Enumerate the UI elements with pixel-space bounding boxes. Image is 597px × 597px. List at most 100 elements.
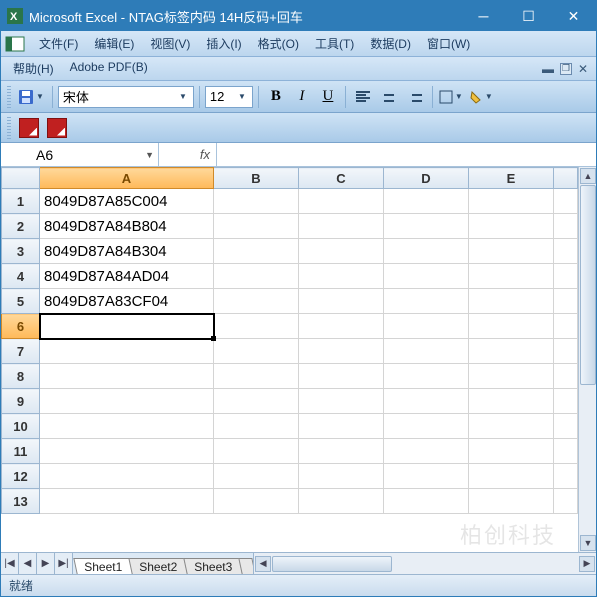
row-header-6[interactable]: 6 bbox=[2, 314, 40, 339]
cell-overflow[interactable] bbox=[554, 464, 578, 489]
cell-A11[interactable] bbox=[40, 439, 214, 464]
select-all-corner[interactable] bbox=[2, 168, 40, 189]
minimize-button[interactable]: ─ bbox=[461, 1, 506, 31]
row-header-3[interactable]: 3 bbox=[2, 239, 40, 264]
column-header-D[interactable]: D bbox=[384, 168, 469, 189]
pdf-email-button[interactable] bbox=[43, 116, 71, 140]
cell-C9[interactable] bbox=[299, 389, 384, 414]
cell-D1[interactable] bbox=[384, 189, 469, 214]
sheet-tab-Sheet1[interactable]: Sheet1 bbox=[73, 558, 132, 574]
cell-A3[interactable]: 8049D87A84B304 bbox=[40, 239, 214, 264]
cell-D6[interactable] bbox=[384, 314, 469, 339]
cell-E7[interactable] bbox=[469, 339, 554, 364]
cell-B5[interactable] bbox=[214, 289, 299, 314]
column-header-C[interactable]: C bbox=[299, 168, 384, 189]
cell-A8[interactable] bbox=[40, 364, 214, 389]
cell-A5[interactable]: 8049D87A83CF04 bbox=[40, 289, 214, 314]
cell-C11[interactable] bbox=[299, 439, 384, 464]
cell-C4[interactable] bbox=[299, 264, 384, 289]
cell-C8[interactable] bbox=[299, 364, 384, 389]
formula-input[interactable] bbox=[217, 143, 596, 166]
underline-button[interactable]: U bbox=[316, 85, 340, 109]
sheet-tab-Sheet2[interactable]: Sheet2 bbox=[128, 558, 187, 574]
cell-overflow[interactable] bbox=[554, 264, 578, 289]
menu-file[interactable]: 文件(F) bbox=[31, 32, 86, 55]
cell-E11[interactable] bbox=[469, 439, 554, 464]
italic-button[interactable]: I bbox=[290, 85, 314, 109]
cell-A2[interactable]: 8049D87A84B804 bbox=[40, 214, 214, 239]
horizontal-scrollbar[interactable]: ◀ ▶ bbox=[253, 553, 596, 574]
cell-A9[interactable] bbox=[40, 389, 214, 414]
cell-overflow[interactable] bbox=[554, 439, 578, 464]
cell-E9[interactable] bbox=[469, 389, 554, 414]
row-header-11[interactable]: 11 bbox=[2, 439, 40, 464]
scroll-right-button[interactable]: ▶ bbox=[579, 556, 595, 572]
toolbar-grip-2[interactable] bbox=[7, 117, 11, 139]
doc-minimize-icon[interactable]: ▬ bbox=[542, 62, 554, 76]
fx-label[interactable]: fx bbox=[159, 143, 217, 166]
save-button[interactable]: ▼ bbox=[17, 85, 47, 109]
cell-D7[interactable] bbox=[384, 339, 469, 364]
cell-C1[interactable] bbox=[299, 189, 384, 214]
cell-D9[interactable] bbox=[384, 389, 469, 414]
vertical-scrollbar[interactable]: ▲ ▼ bbox=[578, 167, 596, 552]
menu-help[interactable]: 帮助(H) bbox=[5, 57, 62, 80]
font-size-select[interactable]: 12▼ bbox=[205, 86, 253, 108]
cell-E2[interactable] bbox=[469, 214, 554, 239]
cell-overflow[interactable] bbox=[554, 414, 578, 439]
cell-B11[interactable] bbox=[214, 439, 299, 464]
cell-A1[interactable]: 8049D87A85C004 bbox=[40, 189, 214, 214]
doc-restore-button[interactable]: ❐ bbox=[560, 63, 572, 75]
menu-adobe-pdf[interactable]: Adobe PDF(B) bbox=[62, 57, 156, 80]
cell-B4[interactable] bbox=[214, 264, 299, 289]
cell-C3[interactable] bbox=[299, 239, 384, 264]
cell-D5[interactable] bbox=[384, 289, 469, 314]
cell-D2[interactable] bbox=[384, 214, 469, 239]
column-header-A[interactable]: A bbox=[40, 168, 214, 189]
maximize-button[interactable]: ☐ bbox=[506, 1, 551, 31]
row-header-1[interactable]: 1 bbox=[2, 189, 40, 214]
row-header-2[interactable]: 2 bbox=[2, 214, 40, 239]
sheet-nav-prev[interactable]: ◀ bbox=[19, 553, 37, 574]
column-header-E[interactable]: E bbox=[469, 168, 554, 189]
cell-E12[interactable] bbox=[469, 464, 554, 489]
row-header-8[interactable]: 8 bbox=[2, 364, 40, 389]
fill-color-button[interactable]: ▼ bbox=[468, 85, 496, 109]
hscroll-thumb[interactable] bbox=[272, 556, 392, 572]
menu-insert[interactable]: 插入(I) bbox=[198, 32, 249, 55]
cell-overflow[interactable] bbox=[554, 314, 578, 339]
align-right-button[interactable] bbox=[403, 85, 427, 109]
sheet-nav-next[interactable]: ▶ bbox=[37, 553, 55, 574]
cell-D13[interactable] bbox=[384, 489, 469, 514]
cell-C12[interactable] bbox=[299, 464, 384, 489]
cell-D3[interactable] bbox=[384, 239, 469, 264]
cell-overflow[interactable] bbox=[554, 189, 578, 214]
scroll-down-button[interactable]: ▼ bbox=[580, 535, 596, 551]
cell-D11[interactable] bbox=[384, 439, 469, 464]
menu-edit[interactable]: 编辑(E) bbox=[86, 32, 142, 55]
cell-D12[interactable] bbox=[384, 464, 469, 489]
cell-overflow[interactable] bbox=[554, 239, 578, 264]
row-header-12[interactable]: 12 bbox=[2, 464, 40, 489]
cell-E10[interactable] bbox=[469, 414, 554, 439]
pdf-create-button[interactable] bbox=[15, 116, 43, 140]
cell-overflow[interactable] bbox=[554, 339, 578, 364]
cell-B9[interactable] bbox=[214, 389, 299, 414]
row-header-10[interactable]: 10 bbox=[2, 414, 40, 439]
sheet-nav-first[interactable]: |◀ bbox=[1, 553, 19, 574]
cell-A6[interactable] bbox=[40, 314, 214, 339]
menu-view[interactable]: 视图(V) bbox=[142, 32, 198, 55]
cell-C13[interactable] bbox=[299, 489, 384, 514]
cell-D8[interactable] bbox=[384, 364, 469, 389]
cell-B2[interactable] bbox=[214, 214, 299, 239]
cell-C10[interactable] bbox=[299, 414, 384, 439]
row-header-5[interactable]: 5 bbox=[2, 289, 40, 314]
cell-overflow[interactable] bbox=[554, 364, 578, 389]
cell-A10[interactable] bbox=[40, 414, 214, 439]
cell-B10[interactable] bbox=[214, 414, 299, 439]
cell-overflow[interactable] bbox=[554, 289, 578, 314]
vscroll-thumb[interactable] bbox=[580, 185, 596, 385]
align-left-button[interactable] bbox=[351, 85, 375, 109]
menu-format[interactable]: 格式(O) bbox=[250, 32, 307, 55]
cell-E3[interactable] bbox=[469, 239, 554, 264]
